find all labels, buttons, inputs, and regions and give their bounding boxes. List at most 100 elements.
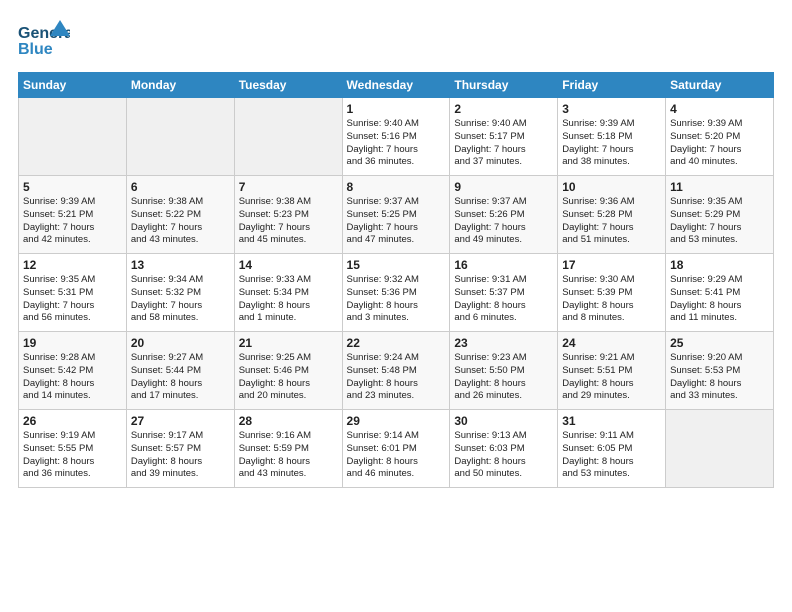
- calendar-cell: 1 Sunrise: 9:40 AMSunset: 5:16 PMDaylight…: [342, 98, 450, 176]
- cell-content: Sunrise: 9:21 AMSunset: 5:51 PMDaylight:…: [562, 352, 661, 403]
- calendar-cell: 18 Sunrise: 9:29 AMSunset: 5:41 PMDayligh…: [666, 254, 774, 332]
- day-number: 23: [454, 336, 553, 350]
- calendar-week-2: 5 Sunrise: 9:39 AMSunset: 5:21 PMDaylight…: [19, 176, 774, 254]
- cell-content: Sunrise: 9:30 AMSunset: 5:39 PMDaylight:…: [562, 274, 661, 325]
- cell-content: Sunrise: 9:34 AMSunset: 5:32 PMDaylight:…: [131, 274, 230, 325]
- calendar-cell: 19 Sunrise: 9:28 AMSunset: 5:42 PMDayligh…: [19, 332, 127, 410]
- cell-content: Sunrise: 9:20 AMSunset: 5:53 PMDaylight:…: [670, 352, 769, 403]
- logo: General Blue: [18, 18, 70, 62]
- day-number: 14: [239, 258, 338, 272]
- day-number: 22: [347, 336, 446, 350]
- calendar-cell: 7 Sunrise: 9:38 AMSunset: 5:23 PMDaylight…: [234, 176, 342, 254]
- day-number: 27: [131, 414, 230, 428]
- day-number: 19: [23, 336, 122, 350]
- calendar-cell: 23 Sunrise: 9:23 AMSunset: 5:50 PMDayligh…: [450, 332, 558, 410]
- day-header-monday: Monday: [126, 73, 234, 98]
- day-number: 9: [454, 180, 553, 194]
- svg-text:Blue: Blue: [18, 41, 53, 58]
- day-number: 6: [131, 180, 230, 194]
- cell-content: Sunrise: 9:29 AMSunset: 5:41 PMDaylight:…: [670, 274, 769, 325]
- cell-content: Sunrise: 9:27 AMSunset: 5:44 PMDaylight:…: [131, 352, 230, 403]
- day-number: 11: [670, 180, 769, 194]
- cell-content: Sunrise: 9:14 AMSunset: 6:01 PMDaylight:…: [347, 430, 446, 481]
- calendar-cell: 22 Sunrise: 9:24 AMSunset: 5:48 PMDayligh…: [342, 332, 450, 410]
- calendar-cell: [234, 98, 342, 176]
- calendar-cell: 14Sunrise: 9:33 AMSunset: 5:34 PMDayligh…: [234, 254, 342, 332]
- calendar-cell: 27 Sunrise: 9:17 AMSunset: 5:57 PMDayligh…: [126, 410, 234, 488]
- cell-content: Sunrise: 9:23 AMSunset: 5:50 PMDaylight:…: [454, 352, 553, 403]
- day-header-tuesday: Tuesday: [234, 73, 342, 98]
- cell-content: Sunrise: 9:40 AMSunset: 5:16 PMDaylight:…: [347, 118, 446, 169]
- day-number: 2: [454, 102, 553, 116]
- calendar-week-1: 1 Sunrise: 9:40 AMSunset: 5:16 PMDaylight…: [19, 98, 774, 176]
- day-number: 4: [670, 102, 769, 116]
- day-number: 1: [347, 102, 446, 116]
- day-number: 10: [562, 180, 661, 194]
- day-number: 17: [562, 258, 661, 272]
- calendar-cell: 20 Sunrise: 9:27 AMSunset: 5:44 PMDayligh…: [126, 332, 234, 410]
- calendar-cell: 2 Sunrise: 9:40 AMSunset: 5:17 PMDaylight…: [450, 98, 558, 176]
- calendar-cell: 3 Sunrise: 9:39 AMSunset: 5:18 PMDaylight…: [558, 98, 666, 176]
- calendar-cell: 25Sunrise: 9:20 AMSunset: 5:53 PMDayligh…: [666, 332, 774, 410]
- calendar-cell: 15 Sunrise: 9:32 AMSunset: 5:36 PMDayligh…: [342, 254, 450, 332]
- calendar-cell: 29Sunrise: 9:14 AMSunset: 6:01 PMDayligh…: [342, 410, 450, 488]
- cell-content: Sunrise: 9:13 AMSunset: 6:03 PMDaylight:…: [454, 430, 553, 481]
- day-number: 21: [239, 336, 338, 350]
- calendar-cell: 6 Sunrise: 9:38 AMSunset: 5:22 PMDaylight…: [126, 176, 234, 254]
- day-header-thursday: Thursday: [450, 73, 558, 98]
- day-number: 30: [454, 414, 553, 428]
- calendar-cell: 30 Sunrise: 9:13 AMSunset: 6:03 PMDayligh…: [450, 410, 558, 488]
- cell-content: Sunrise: 9:31 AMSunset: 5:37 PMDaylight:…: [454, 274, 553, 325]
- calendar-cell: 13 Sunrise: 9:34 AMSunset: 5:32 PMDayligh…: [126, 254, 234, 332]
- calendar-cell: [666, 410, 774, 488]
- cell-content: Sunrise: 9:16 AMSunset: 5:59 PMDaylight:…: [239, 430, 338, 481]
- cell-content: Sunrise: 9:35 AMSunset: 5:31 PMDaylight:…: [23, 274, 122, 325]
- calendar-cell: 21Sunrise: 9:25 AMSunset: 5:46 PMDayligh…: [234, 332, 342, 410]
- cell-content: Sunrise: 9:35 AMSunset: 5:29 PMDaylight:…: [670, 196, 769, 247]
- calendar-cell: 8 Sunrise: 9:37 AMSunset: 5:25 PMDaylight…: [342, 176, 450, 254]
- calendar-cell: [126, 98, 234, 176]
- cell-content: Sunrise: 9:24 AMSunset: 5:48 PMDaylight:…: [347, 352, 446, 403]
- calendar-cell: 12Sunrise: 9:35 AMSunset: 5:31 PMDayligh…: [19, 254, 127, 332]
- cell-content: Sunrise: 9:39 AMSunset: 5:21 PMDaylight:…: [23, 196, 122, 247]
- calendar-cell: 31 Sunrise: 9:11 AMSunset: 6:05 PMDayligh…: [558, 410, 666, 488]
- cell-content: Sunrise: 9:17 AMSunset: 5:57 PMDaylight:…: [131, 430, 230, 481]
- logo-icon: General Blue: [18, 18, 70, 62]
- cell-content: Sunrise: 9:40 AMSunset: 5:17 PMDaylight:…: [454, 118, 553, 169]
- day-number: 24: [562, 336, 661, 350]
- calendar-cell: 16 Sunrise: 9:31 AMSunset: 5:37 PMDayligh…: [450, 254, 558, 332]
- cell-content: Sunrise: 9:32 AMSunset: 5:36 PMDaylight:…: [347, 274, 446, 325]
- cell-content: Sunrise: 9:36 AMSunset: 5:28 PMDaylight:…: [562, 196, 661, 247]
- day-number: 28: [239, 414, 338, 428]
- day-number: 7: [239, 180, 338, 194]
- cell-content: Sunrise: 9:39 AMSunset: 5:20 PMDaylight:…: [670, 118, 769, 169]
- calendar-cell: 17 Sunrise: 9:30 AMSunset: 5:39 PMDayligh…: [558, 254, 666, 332]
- calendar-week-4: 19 Sunrise: 9:28 AMSunset: 5:42 PMDayligh…: [19, 332, 774, 410]
- calendar-cell: 24 Sunrise: 9:21 AMSunset: 5:51 PMDayligh…: [558, 332, 666, 410]
- cell-content: Sunrise: 9:28 AMSunset: 5:42 PMDaylight:…: [23, 352, 122, 403]
- calendar-week-5: 26Sunrise: 9:19 AMSunset: 5:55 PMDayligh…: [19, 410, 774, 488]
- calendar-cell: 28 Sunrise: 9:16 AMSunset: 5:59 PMDayligh…: [234, 410, 342, 488]
- cell-content: Sunrise: 9:37 AMSunset: 5:25 PMDaylight:…: [347, 196, 446, 247]
- day-number: 16: [454, 258, 553, 272]
- calendar-cell: [19, 98, 127, 176]
- header: General Blue: [18, 18, 774, 62]
- cell-content: Sunrise: 9:38 AMSunset: 5:23 PMDaylight:…: [239, 196, 338, 247]
- day-number: 18: [670, 258, 769, 272]
- cell-content: Sunrise: 9:19 AMSunset: 5:55 PMDaylight:…: [23, 430, 122, 481]
- cell-content: Sunrise: 9:38 AMSunset: 5:22 PMDaylight:…: [131, 196, 230, 247]
- day-number: 15: [347, 258, 446, 272]
- day-number: 13: [131, 258, 230, 272]
- day-number: 8: [347, 180, 446, 194]
- day-number: 31: [562, 414, 661, 428]
- calendar-cell: 11 Sunrise: 9:35 AMSunset: 5:29 PMDayligh…: [666, 176, 774, 254]
- day-number: 20: [131, 336, 230, 350]
- calendar-table: SundayMondayTuesdayWednesdayThursdayFrid…: [18, 72, 774, 488]
- calendar-cell: 10 Sunrise: 9:36 AMSunset: 5:28 PMDayligh…: [558, 176, 666, 254]
- day-number: 3: [562, 102, 661, 116]
- cell-content: Sunrise: 9:39 AMSunset: 5:18 PMDaylight:…: [562, 118, 661, 169]
- calendar-week-3: 12Sunrise: 9:35 AMSunset: 5:31 PMDayligh…: [19, 254, 774, 332]
- day-number: 5: [23, 180, 122, 194]
- cell-content: Sunrise: 9:11 AMSunset: 6:05 PMDaylight:…: [562, 430, 661, 481]
- calendar-header-row: SundayMondayTuesdayWednesdayThursdayFrid…: [19, 73, 774, 98]
